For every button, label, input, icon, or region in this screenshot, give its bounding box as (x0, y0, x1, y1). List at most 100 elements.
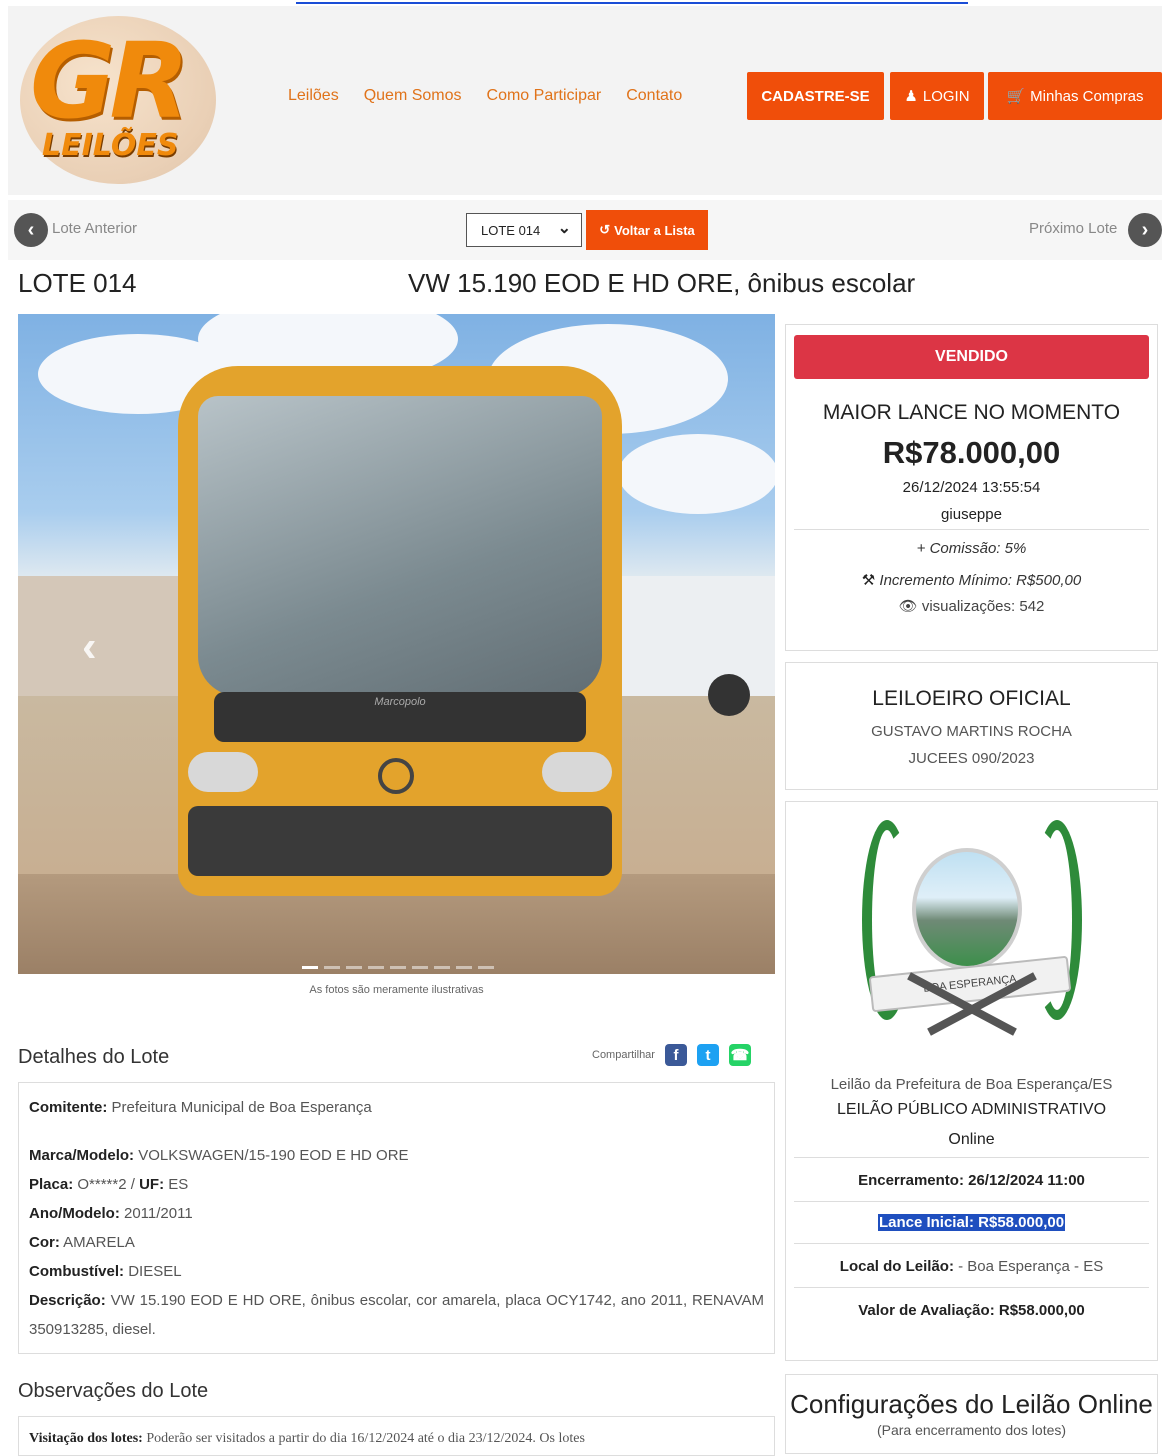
uf-label: UF: (139, 1176, 165, 1193)
carousel-indicator[interactable] (302, 966, 318, 969)
valuation-value: R$58.000,00 (998, 1302, 1085, 1319)
comitente-row: Comitente: Prefeitura Municipal de Boa E… (29, 1093, 764, 1122)
divider (794, 1157, 1149, 1158)
bus-brand-label: Marcopolo (374, 696, 426, 708)
placa-value: O*****2 / (77, 1176, 135, 1193)
lot-select-value: LOTE 014 (481, 222, 541, 238)
gr-leiloes-logo[interactable]: GR LEILÕES (20, 16, 216, 184)
register-label: CADASTRE-SE (761, 87, 870, 105)
auction-name: Leilão da Prefeitura de Boa Esperança/ES (830, 1076, 1113, 1093)
site-header: GR LEILÕES Leilões Quem Somos Como Parti… (8, 6, 1162, 195)
nav-quem-somos[interactable]: Quem Somos (364, 87, 462, 105)
comitente-value: Prefeitura Municipal de Boa Esperança (111, 1099, 372, 1116)
place-value: - Boa Esperança - ES (958, 1258, 1104, 1275)
placa-label: Placa: (29, 1176, 74, 1193)
carousel-prev-icon[interactable]: ‹ (82, 622, 97, 672)
carousel-indicator[interactable] (434, 966, 450, 969)
bid-panel: VENDIDO MAIOR LANCE NO MOMENTO R$78.000,… (785, 324, 1158, 651)
auctioneer-panel: LEILOEIRO OFICIAL GUSTAVO MARTINS ROCHA … (785, 662, 1158, 790)
divider (794, 1201, 1149, 1202)
bid-amount: R$78.000,00 (882, 435, 1061, 470)
valuation-row: Valor de Avaliação: R$58.000,00 (786, 1302, 1157, 1319)
undo-icon: ↺ (599, 222, 611, 237)
top-link-underline[interactable] (296, 0, 968, 4)
prev-lot-link[interactable]: Lote Anterior (52, 220, 137, 237)
bid-datetime: 26/12/2024 13:55:54 (902, 479, 1041, 496)
settings-panel: Configurações do Leilão Online (Para enc… (785, 1374, 1158, 1454)
lot-navigation: ‹ Lote Anterior LOTE 014 ⌄ ↺ Voltar a Li… (8, 200, 1162, 260)
cart-icon: 🛒 (1006, 88, 1026, 105)
valuation-label: Valor de Avaliação: (858, 1302, 995, 1319)
login-button[interactable]: ♟ LOGIN (890, 72, 984, 120)
placa-row: Placa: O*****2 / UF: ES (29, 1170, 764, 1199)
login-label: LOGIN (922, 87, 970, 105)
combustivel-value: DIESEL (128, 1263, 182, 1280)
photo-bus: Marcopolo (178, 366, 622, 896)
next-lot-icon[interactable]: › (1128, 213, 1162, 247)
main-nav: Leilões Quem Somos Como Participar Conta… (288, 87, 682, 105)
auctioneer-registry: JUCEES 090/2023 (908, 750, 1035, 767)
auctioneer-heading: LEILOEIRO OFICIAL (872, 687, 1071, 710)
whatsapp-icon[interactable]: ☎ (728, 1044, 751, 1066)
divider (794, 1287, 1149, 1288)
register-button[interactable]: CADASTRE-SE (747, 72, 884, 120)
cor-label: Cor: (29, 1234, 60, 1251)
back-to-list-button[interactable]: ↺ Voltar a Lista (586, 210, 708, 250)
photo-truck (604, 576, 775, 696)
nav-leiloes[interactable]: Leilões (288, 87, 339, 105)
prev-lot-icon[interactable]: ‹ (14, 213, 48, 247)
carousel-indicators (302, 966, 494, 969)
lot-title: VW 15.190 EOD E HD ORE, ônibus escolar (408, 268, 916, 298)
auction-mode: Online (948, 1131, 995, 1148)
gavel-icon: ⚒ (861, 572, 876, 589)
bid-heading: MAIOR LANCE NO MOMENTO (822, 401, 1121, 424)
lot-select[interactable]: LOTE 014 ⌄ (466, 213, 582, 247)
share-label: Compartilhar (592, 1049, 655, 1061)
views-row: 👁 visualizações: 542 (786, 597, 1157, 615)
auction-type: LEILÃO PÚBLICO ADMINISTRATIVO (836, 1101, 1107, 1118)
carousel-indicator[interactable] (412, 966, 428, 969)
increment: Incremento Mínimo: R$500,00 (879, 572, 1082, 589)
chevron-down-icon: ⌄ (557, 220, 571, 237)
twitter-icon[interactable]: t (696, 1044, 719, 1066)
logo-text: GR (30, 20, 189, 142)
descricao-label: Descrição: (29, 1292, 106, 1309)
carousel-indicator[interactable] (478, 966, 494, 969)
logo-subtext: LEILÕES (42, 128, 179, 163)
nav-como-participar[interactable]: Como Participar (487, 87, 602, 105)
my-purchases-button[interactable]: 🛒 Minhas Compras (988, 72, 1162, 120)
bus-headlight (542, 752, 612, 792)
carousel-indicator[interactable] (324, 966, 340, 969)
cor-value: AMARELA (63, 1234, 135, 1251)
uf-value: ES (168, 1176, 189, 1193)
carousel-indicator[interactable] (346, 966, 362, 969)
lot-photo-carousel[interactable]: Marcopolo ‹ (18, 314, 775, 974)
ano-row: Ano/Modelo: 2011/2011 (29, 1199, 764, 1228)
marca-value: VOLKSWAGEN/15-190 EOD E HD ORE (138, 1147, 409, 1164)
next-lot-link[interactable]: Próximo Lote (1029, 220, 1117, 237)
photo-cloud (618, 434, 775, 514)
observations-box: Visitação dos lotes: Poderão ser visitad… (18, 1416, 775, 1456)
auctioneer-name: GUSTAVO MARTINS ROCHA (871, 723, 1072, 740)
cor-row: Cor: AMARELA (29, 1228, 764, 1257)
carousel-indicator[interactable] (456, 966, 472, 969)
purchases-label: Minhas Compras (1030, 87, 1144, 105)
initial-bid-label: Lance Inicial: (878, 1214, 974, 1231)
user-icon: ♟ (904, 88, 918, 105)
views: visualizações: 542 (921, 598, 1045, 615)
bus-windshield (198, 396, 602, 696)
divider (794, 529, 1149, 530)
end-row: Encerramento: 26/12/2024 11:00 (786, 1172, 1157, 1189)
settings-heading: Configurações do Leilão Online (790, 1389, 1153, 1419)
place-label: Local do Leilão: (839, 1258, 954, 1275)
details-heading: Detalhes do Lote (18, 1046, 170, 1068)
bid-user: giuseppe (941, 506, 1002, 523)
place-row: Local do Leilão: - Boa Esperança - ES (786, 1258, 1157, 1275)
share-bar: Compartilhar f t ☎ (592, 1044, 751, 1066)
auction-panel: BOA ESPERANÇA Leilão da Prefeitura de Bo… (785, 801, 1158, 1361)
carousel-indicator[interactable] (390, 966, 406, 969)
facebook-icon[interactable]: f (664, 1044, 687, 1066)
nav-contato[interactable]: Contato (626, 87, 682, 105)
carousel-indicator[interactable] (368, 966, 384, 969)
end-value: 26/12/2024 11:00 (968, 1172, 1085, 1189)
